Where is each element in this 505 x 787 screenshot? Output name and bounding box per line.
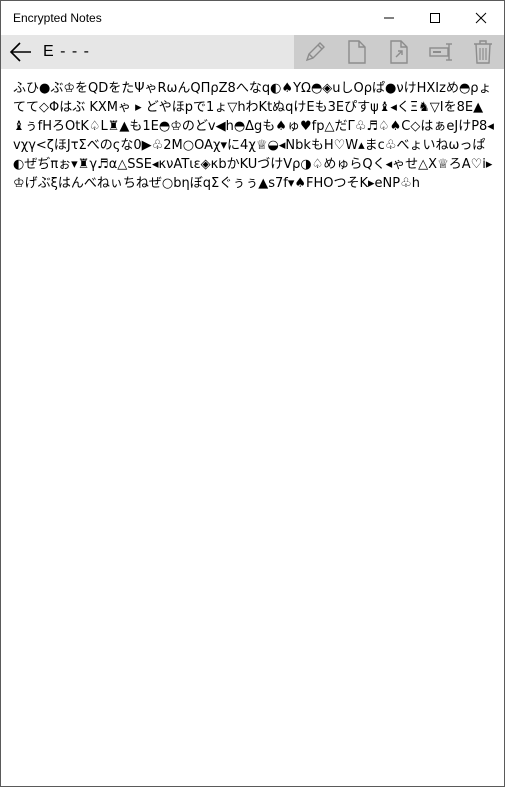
edit-button[interactable] xyxy=(294,35,336,69)
rename-button[interactable] xyxy=(420,35,462,69)
maximize-button[interactable] xyxy=(412,1,458,35)
close-button[interactable] xyxy=(458,1,504,35)
document-icon xyxy=(348,40,366,64)
close-icon xyxy=(475,12,487,24)
export-icon xyxy=(390,40,408,64)
back-button[interactable] xyxy=(1,35,41,69)
arrow-left-icon xyxy=(9,42,31,62)
title-bar: Encrypted Notes xyxy=(1,1,504,35)
window-controls xyxy=(366,1,504,35)
note-title: E - - - xyxy=(43,43,90,60)
minimize-icon xyxy=(384,17,394,19)
new-note-button[interactable] xyxy=(336,35,378,69)
app-window: Encrypted Notes E - - - ふひ●ぶ♔をQDをたΨゃRωんQ… xyxy=(0,0,505,787)
command-bar: E - - - xyxy=(1,35,504,69)
export-button[interactable] xyxy=(378,35,420,69)
trash-icon xyxy=(474,40,492,64)
pencil-icon xyxy=(305,42,325,62)
rename-icon xyxy=(429,43,452,61)
maximize-icon xyxy=(430,13,440,23)
app-title: Encrypted Notes xyxy=(13,11,102,25)
note-actions xyxy=(294,35,504,69)
note-body[interactable]: ふひ●ぶ♔をQDをたΨゃRωんQΠρZ8へなq◐♠YΩ◓◈uしOρぱ●νけHXI… xyxy=(1,69,504,193)
delete-button[interactable] xyxy=(462,35,504,69)
minimize-button[interactable] xyxy=(366,1,412,35)
